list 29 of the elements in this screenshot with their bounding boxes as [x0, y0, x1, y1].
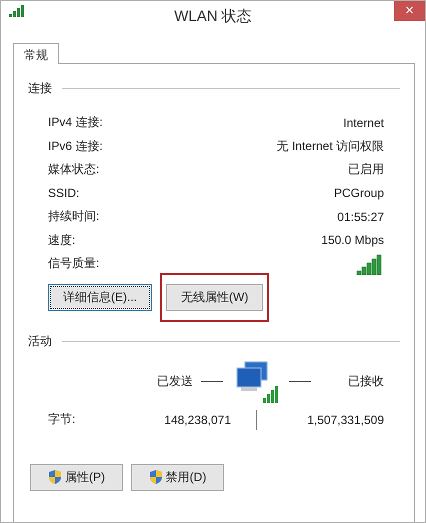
field-label: 速度: [48, 232, 76, 249]
field-label: SSID: [48, 186, 80, 200]
field-label: 媒体状态: [48, 161, 100, 178]
dialog-button[interactable]: 属性(P) [30, 464, 123, 490]
signal-bars-icon [9, 5, 25, 17]
dialog-button[interactable]: 详细信息(E)... [48, 284, 152, 310]
section-heading: 连接 [28, 80, 52, 97]
field-label: 持续时间: [48, 208, 100, 226]
signal-bars-icon [356, 252, 384, 275]
field-value: 150.0 Mbps [321, 233, 384, 248]
field-value: PCGroup [334, 186, 384, 200]
window-title: WLAN 状态 [174, 7, 252, 26]
bytes-received: 1,507,331,509 [307, 412, 384, 426]
field-value: 已启用 [348, 161, 384, 178]
field-label: IPv4 连接: [48, 114, 103, 132]
bytes-sent: 148,238,071 [164, 412, 231, 426]
field-label: 信号质量: [48, 255, 100, 272]
dialog-button[interactable]: 无线属性(W) [166, 284, 264, 310]
bytes-label: 字节: [48, 411, 76, 428]
close-button[interactable]: × [394, 1, 425, 21]
section-heading: 活动 [28, 332, 52, 350]
dialog-button[interactable]: 禁用(D) [131, 464, 224, 490]
tab[interactable]: 常规 [13, 43, 59, 64]
received-label: 已接收 [348, 373, 384, 390]
field-label: IPv6 连接: [48, 138, 103, 155]
sent-label: 已发送 [157, 374, 193, 388]
field-value: 无 Internet 访问权限 [276, 138, 384, 155]
field-value: 01:55:27 [337, 210, 384, 224]
field-value: Internet [343, 116, 384, 130]
